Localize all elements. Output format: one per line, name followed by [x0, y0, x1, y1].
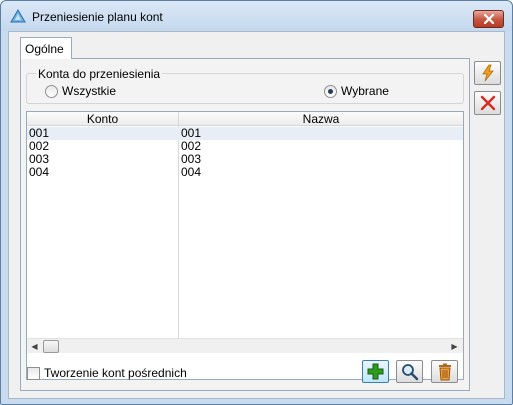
dialog-window: Przeniesienie planu kont Ogólne Konta do…	[0, 0, 513, 405]
search-button[interactable]	[396, 360, 423, 383]
table-row[interactable]: 003 003	[27, 153, 463, 166]
execute-button[interactable]	[474, 61, 501, 85]
tab-panel: Konta do przeniesienia Wszystkie Wybrane…	[20, 58, 470, 391]
window-title: Przeniesienie planu kont	[32, 10, 163, 24]
table-header: Konto Nazwa	[27, 112, 463, 126]
scroll-right-icon[interactable]: ▶	[448, 340, 461, 353]
title-bar: Przeniesienie planu kont	[1, 1, 512, 31]
radio-label: Wybrane	[341, 84, 389, 98]
checkbox-box[interactable]	[27, 366, 40, 380]
table-row[interactable]: 001 001	[27, 127, 463, 140]
lightning-icon	[481, 64, 494, 82]
accounts-table: Konto Nazwa 001 001 002 002 003 003 004 …	[26, 111, 464, 380]
add-button[interactable]	[362, 360, 389, 383]
column-header-konto[interactable]: Konto	[27, 112, 178, 126]
checkbox-label: Tworzenie kont pośrednich	[44, 366, 187, 380]
tab-ogolne[interactable]: Ogólne	[20, 37, 72, 59]
table-row[interactable]: 004 004	[27, 166, 463, 179]
radio-button[interactable]	[45, 84, 58, 98]
cell-konto: 004	[29, 165, 50, 179]
dialog-body: Ogólne Konta do przeniesienia Wszystkie …	[8, 31, 505, 399]
radio-button-checked[interactable]	[324, 84, 337, 98]
magnifier-icon	[401, 363, 418, 380]
close-x-icon	[480, 95, 495, 111]
delete-button[interactable]	[431, 360, 458, 383]
column-header-nazwa[interactable]: Nazwa	[179, 112, 463, 126]
radio-wszystkie[interactable]: Wszystkie	[45, 84, 116, 98]
cancel-button[interactable]	[474, 91, 501, 115]
app-triangle-icon	[10, 9, 26, 23]
cell-nazwa: 004	[181, 165, 202, 179]
scrollbar-thumb[interactable]	[43, 340, 59, 353]
close-icon	[483, 14, 494, 24]
plus-icon	[367, 363, 384, 380]
horizontal-scrollbar[interactable]: ◀ ▶	[27, 338, 463, 353]
trash-icon	[438, 363, 451, 380]
radio-wybrane[interactable]: Wybrane	[324, 84, 389, 98]
radio-label: Wszystkie	[62, 84, 116, 98]
table-row[interactable]: 002 002	[27, 140, 463, 153]
window-close-button[interactable]	[473, 10, 504, 28]
intermediate-accounts-checkbox[interactable]: Tworzenie kont pośrednich	[27, 366, 187, 380]
scroll-left-icon[interactable]: ◀	[28, 340, 41, 353]
accounts-group-label: Konta do przeniesienia	[36, 67, 163, 81]
